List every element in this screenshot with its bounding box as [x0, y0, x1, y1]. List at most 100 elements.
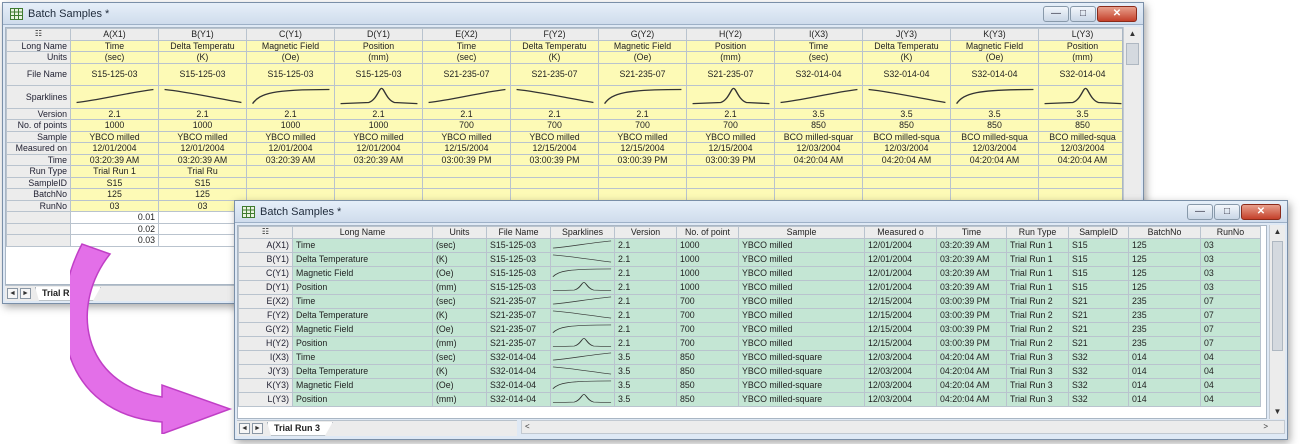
row-header-file-name[interactable]: File Name: [6, 62, 71, 86]
table-cell[interactable]: 1000: [334, 119, 423, 132]
table-cell[interactable]: 03:20:39 AM: [246, 153, 335, 166]
sparkline-cell[interactable]: [550, 251, 615, 267]
row-header-batch-no[interactable]: BatchNo: [6, 188, 71, 201]
table-cell[interactable]: 1000: [676, 265, 739, 281]
scroll-down-icon[interactable]: ▼: [1270, 405, 1285, 419]
table-cell[interactable]: YBCO milled: [686, 130, 775, 143]
table-cell[interactable]: 850: [950, 119, 1039, 132]
column-header[interactable]: D(Y1): [334, 28, 423, 41]
table-cell[interactable]: 03:00:39 PM: [422, 153, 511, 166]
column-header[interactable]: No. of point: [676, 226, 739, 239]
table-cell[interactable]: S32-014-04: [950, 62, 1039, 86]
table-cell[interactable]: Magnetic Field: [246, 39, 335, 52]
table-cell[interactable]: 1000: [158, 119, 247, 132]
table-cell[interactable]: (Oe): [432, 377, 487, 393]
sparkline-cell[interactable]: [158, 84, 247, 109]
table-cell[interactable]: Magnetic Field: [950, 39, 1039, 52]
table-cell[interactable]: 03:00:39 PM: [598, 153, 687, 166]
table-cell[interactable]: 700: [676, 335, 739, 351]
table-cell[interactable]: S32: [1068, 349, 1129, 365]
row-header-measured[interactable]: Measured on: [6, 142, 71, 155]
sparkline-cell[interactable]: [550, 293, 615, 309]
row-header-points[interactable]: No. of points: [6, 119, 71, 132]
table-cell[interactable]: Time: [70, 39, 159, 52]
sparkline-cell[interactable]: [550, 307, 615, 323]
table-cell[interactable]: [1038, 165, 1122, 178]
table-cell[interactable]: S32: [1068, 391, 1129, 407]
sparkline-cell[interactable]: [70, 84, 159, 109]
table-cell[interactable]: 12/15/2004: [598, 142, 687, 155]
table-cell[interactable]: 700: [676, 307, 739, 323]
row-number[interactable]: [6, 211, 71, 224]
table-cell[interactable]: 12/03/2004: [864, 377, 937, 393]
row-header-run-no[interactable]: RunNo: [6, 199, 71, 212]
table-cell[interactable]: 3.5: [862, 107, 951, 120]
table-cell[interactable]: S15: [1068, 237, 1129, 253]
table-cell[interactable]: 04:20:04 AM: [936, 349, 1007, 365]
table-cell[interactable]: Trial Run 2: [1006, 321, 1069, 337]
sparkline-cell[interactable]: [550, 377, 615, 393]
table-cell[interactable]: (K): [510, 51, 599, 64]
table-cell[interactable]: Delta Temperatu: [510, 39, 599, 52]
table-cell[interactable]: 12/03/2004: [864, 391, 937, 407]
table-cell[interactable]: (mm): [432, 391, 487, 407]
row-header-long-name[interactable]: Long Name: [6, 39, 71, 52]
table-cell[interactable]: (sec): [432, 349, 487, 365]
table-cell[interactable]: Time: [292, 349, 433, 365]
table-cell[interactable]: (mm): [1038, 51, 1122, 64]
table-cell[interactable]: 3.5: [1038, 107, 1122, 120]
table-cell[interactable]: (Oe): [432, 321, 487, 337]
sheet-tab-trial-run-3[interactable]: Trial Run 3: [267, 421, 334, 436]
column-header[interactable]: File Name: [486, 226, 551, 239]
table-cell[interactable]: YBCO milled: [158, 130, 247, 143]
table-cell[interactable]: Trial Run 1: [1006, 237, 1069, 253]
table-cell[interactable]: Magnetic Field: [292, 377, 433, 393]
table-cell[interactable]: (K): [432, 251, 487, 267]
table-cell[interactable]: S21-235-07: [422, 62, 511, 86]
table-cell[interactable]: YBCO milled: [422, 130, 511, 143]
table-cell[interactable]: 2.1: [158, 107, 247, 120]
table-cell[interactable]: YBCO milled: [738, 321, 865, 337]
column-header[interactable]: H(Y2): [686, 28, 775, 41]
table-cell[interactable]: YBCO milled: [334, 130, 423, 143]
table-cell[interactable]: YBCO milled: [738, 279, 865, 295]
table-cell[interactable]: Trial Run 3: [1006, 349, 1069, 365]
column-header[interactable]: Units: [432, 226, 487, 239]
table-cell[interactable]: 2.1: [614, 307, 677, 323]
row-header-sample-id[interactable]: SampleID: [6, 176, 71, 189]
column-header[interactable]: BatchNo: [1128, 226, 1201, 239]
worksheet-grid[interactable]: ☷ Long Name Units File Name Sparklines Versio…: [237, 225, 1267, 419]
column-header[interactable]: A(X1): [70, 28, 159, 41]
table-cell[interactable]: [1038, 188, 1122, 201]
sparkline-cell[interactable]: [550, 321, 615, 337]
table-cell[interactable]: 125: [158, 188, 247, 201]
table-cell[interactable]: 12/03/2004: [864, 349, 937, 365]
table-cell[interactable]: 12/03/2004: [774, 142, 863, 155]
table-cell[interactable]: S15: [70, 176, 159, 189]
scroll-up-icon[interactable]: ▲: [1270, 225, 1285, 239]
table-cell[interactable]: S21: [1068, 293, 1129, 309]
table-cell[interactable]: (mm): [432, 335, 487, 351]
column-header[interactable]: B(Y1): [158, 28, 247, 41]
column-header[interactable]: Sparklines: [550, 226, 615, 239]
table-cell[interactable]: YBCO milled: [510, 130, 599, 143]
table-cell[interactable]: (K): [158, 51, 247, 64]
table-cell[interactable]: 2.1: [614, 321, 677, 337]
scroll-up-icon[interactable]: ▲: [1124, 27, 1141, 41]
row-header-sparklines[interactable]: Sparklines: [6, 84, 71, 109]
minimize-button[interactable]: —: [1043, 6, 1069, 22]
table-cell[interactable]: 2.1: [686, 107, 775, 120]
table-cell[interactable]: 850: [676, 363, 739, 379]
table-cell[interactable]: 1000: [676, 279, 739, 295]
table-cell[interactable]: 0.01: [70, 211, 159, 224]
horizontal-scrollbar[interactable]: < >: [521, 420, 1285, 434]
table-cell[interactable]: 04:20:04 AM: [862, 153, 951, 166]
table-cell[interactable]: 12/03/2004: [1038, 142, 1122, 155]
maximize-button[interactable]: □: [1070, 6, 1096, 22]
table-cell[interactable]: BCO milled-squa: [950, 130, 1039, 143]
sparkline-cell[interactable]: [862, 84, 951, 109]
table-cell[interactable]: S21-235-07: [510, 62, 599, 86]
table-cell[interactable]: 1000: [676, 237, 739, 253]
table-cell[interactable]: [334, 176, 423, 189]
table-cell[interactable]: S32: [1068, 363, 1129, 379]
